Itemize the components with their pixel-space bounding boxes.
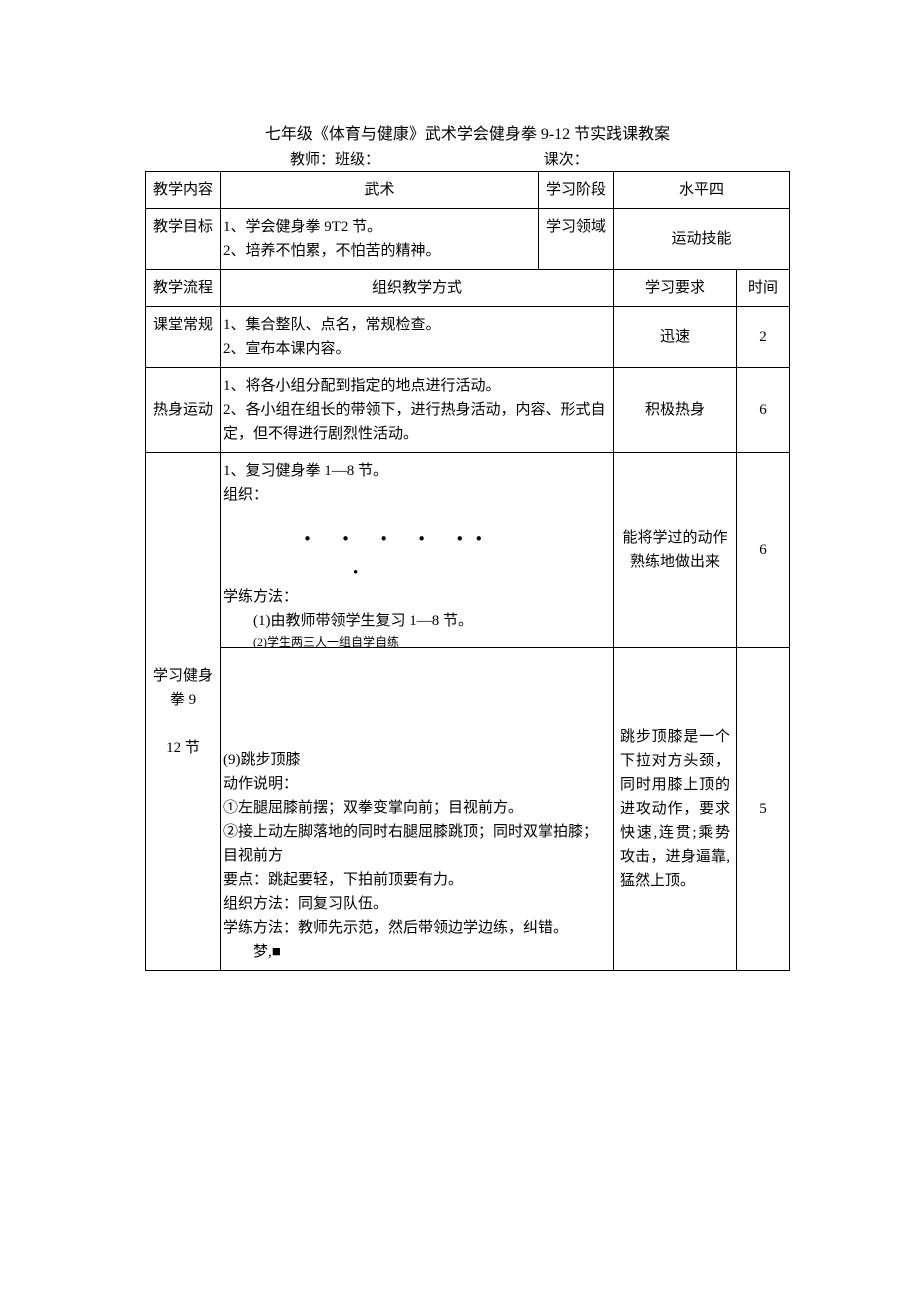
label-teaching-content: 教学内容	[146, 172, 221, 209]
table-row: (9)跳步顶膝 动作说明： ①左腿屈膝前摆；双拳变掌向前；目视前方。 ②接上动左…	[146, 648, 790, 971]
formation-dots-row1: • • • • ••	[223, 507, 609, 561]
review-method-2-truncated: (2)学生两三人一组自学自练	[223, 633, 609, 647]
value-warmup: 1、将各小组分配到指定的地点进行活动。 2、各小组在组长的带领下，进行热身活动，…	[221, 368, 614, 453]
review-org-label: 组织：	[223, 483, 609, 507]
move9-title: (9)跳步顶膝	[223, 748, 609, 772]
subtitle-lesson-number: 课次：	[544, 148, 589, 169]
move9-point: 要点：跳起要轻，下拍前顶要有力。	[223, 868, 609, 892]
document-subtitle: 教师：班级： 课次：	[290, 148, 790, 169]
table-row: 教学流程 组织教学方式 学习要求 时间	[146, 270, 790, 307]
table-row: 教学目标 1、学会健身拳 9T2 节。 2、培养不怕累，不怕苦的精神。 学习领域…	[146, 209, 790, 270]
move9-org: 组织方法：同复习队伍。	[223, 892, 609, 916]
value-routine-time: 2	[737, 307, 790, 368]
value-warmup-time: 6	[737, 368, 790, 453]
move9-line1: ①左腿屈膝前摆；双拳变掌向前；目视前方。	[223, 796, 609, 820]
label-warmup: 热身运动	[146, 368, 221, 453]
value-review-time: 6	[737, 453, 790, 648]
table-row: 热身运动 1、将各小组分配到指定的地点进行活动。 2、各小组在组长的带领下，进行…	[146, 368, 790, 453]
value-move9-req: 跳步顶膝是一个下拉对方头颈，同时用膝上顶的进攻动作，要求快速,连贯;乘势攻击，进…	[614, 648, 737, 971]
table-row: 学习健身拳 9 12 节 1、复习健身拳 1—8 节。 组织： • • • • …	[146, 453, 790, 648]
value-level4: 水平四	[614, 172, 790, 209]
value-goal: 1、学会健身拳 9T2 节。 2、培养不怕累，不怕苦的精神。	[221, 209, 539, 270]
value-routine-req: 迅速	[614, 307, 737, 368]
value-review-req: 能将学过的动作熟练地做出来	[614, 453, 737, 648]
review-heading: 1、复习健身拳 1—8 节。	[223, 459, 609, 483]
subtitle-teacher-class: 教师：班级：	[290, 148, 380, 169]
table-row: 课堂常规 1、集合整队、点名，常规检查。 2、宣布本课内容。 迅速 2	[146, 307, 790, 368]
review-method-1: (1)由教师带领学生复习 1—8 节。	[223, 609, 609, 633]
label-teaching-flow: 教学流程	[146, 270, 221, 307]
move9-learn: 学练方法：教师先示范，然后带领边学边练，纠错。	[223, 916, 609, 940]
label-study-stage: 学习阶段	[539, 172, 614, 209]
move9-bottom-glyph: 梦,■	[223, 940, 609, 964]
label-time: 时间	[737, 270, 790, 307]
label-learn-quan: 学习健身拳 9 12 节	[146, 453, 221, 971]
label-class-routine: 课堂常规	[146, 307, 221, 368]
value-warmup-req: 积极热身	[614, 368, 737, 453]
value-wushu: 武术	[221, 172, 539, 209]
label-study-field: 学习领域	[539, 209, 614, 270]
value-move9-time: 5	[737, 648, 790, 971]
formation-dots-row2: •	[223, 561, 609, 585]
table-row: 教学内容 武术 学习阶段 水平四	[146, 172, 790, 209]
value-routine: 1、集合整队、点名，常规检查。 2、宣布本课内容。	[221, 307, 614, 368]
move9-desc-label: 动作说明：	[223, 772, 609, 796]
label-study-requirement: 学习要求	[614, 270, 737, 307]
review-method-label: 学练方法：	[223, 585, 609, 609]
value-skill: 运动技能	[614, 209, 790, 270]
label-teaching-goal: 教学目标	[146, 209, 221, 270]
document-title: 七年级《体育与健康》武术学会健身拳 9-12 节实践课教案	[145, 120, 790, 144]
move9-line2: ②接上动左脚落地的同时右腿屈膝跳顶；同时双掌拍膝；目视前方	[223, 820, 609, 868]
lesson-plan-table: 教学内容 武术 学习阶段 水平四 教学目标 1、学会健身拳 9T2 节。 2、培…	[145, 171, 790, 971]
label-org-method: 组织教学方式	[221, 270, 614, 307]
